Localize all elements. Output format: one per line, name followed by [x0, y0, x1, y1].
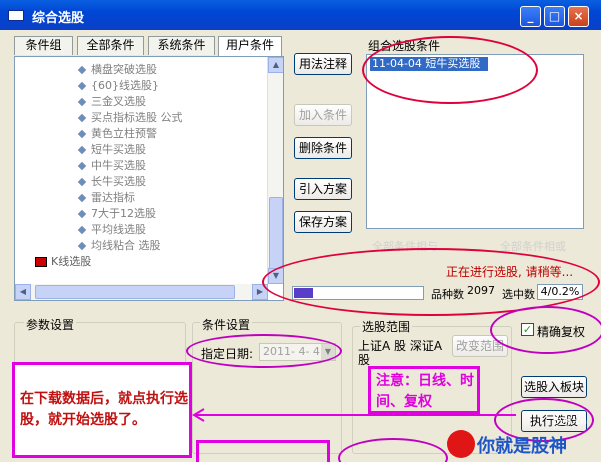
- tree-item[interactable]: 均线粘合 选股: [77, 237, 161, 253]
- tree-item[interactable]: 雷达指标: [77, 189, 135, 205]
- combined-condition-group: 组合选股条件 11-04-04 短牛买选股: [361, 37, 584, 231]
- tree-item[interactable]: 7大于12选股: [77, 205, 156, 221]
- tree-item[interactable]: 短牛买选股: [77, 141, 146, 157]
- scroll-thumb[interactable]: [35, 285, 235, 299]
- tab-all-conditions[interactable]: 全部条件: [77, 36, 144, 55]
- scroll-down-icon[interactable]: ▼: [268, 268, 283, 284]
- tree-node-icon: [77, 65, 87, 75]
- condition-tree[interactable]: 横盘突破选股 {60}线选股} 三金叉选股 买点指标选股 公式 黄色立柱预警 短…: [14, 56, 284, 301]
- select-to-block-button[interactable]: 选股入板块: [521, 376, 587, 398]
- date-picker[interactable]: 2011- 4- 4 ▼: [259, 343, 336, 361]
- scroll-left-icon[interactable]: ◀: [15, 284, 31, 300]
- select-progress-bar: [292, 286, 424, 300]
- count-label: 品种数: [431, 288, 464, 301]
- add-condition-button[interactable]: 加入条件: [294, 104, 352, 126]
- tree-node-icon: [77, 225, 87, 235]
- watermark-logo-icon: [447, 430, 475, 458]
- combined-condition-label: 组合选股条件: [367, 37, 442, 54]
- maximize-button[interactable]: □: [544, 6, 565, 27]
- tree-item[interactable]: 中牛买选股: [77, 157, 146, 173]
- tree-node-icon: [77, 129, 87, 139]
- tree-item[interactable]: 长牛买选股: [77, 173, 146, 189]
- watermark-site: 594.cn: [552, 416, 587, 427]
- status-message: 正在进行选股, 请稍等...: [446, 265, 574, 279]
- title-bar: 综合选股 _ □ ×: [0, 0, 601, 30]
- range-text: 上证A 股 深证A 股: [358, 339, 443, 367]
- selected-label: 选中数: [502, 288, 535, 301]
- range-group-title: 选股范围: [360, 318, 413, 335]
- minimize-button[interactable]: _: [520, 6, 541, 27]
- change-range-button[interactable]: 改变范围: [452, 335, 508, 357]
- tree-item[interactable]: 买点指标选股 公式: [77, 109, 183, 125]
- kline-icon: [35, 257, 47, 267]
- tree-node-icon: [77, 113, 87, 123]
- tree-node-icon: [77, 145, 87, 155]
- annotation-arrow: [192, 408, 516, 422]
- tree-node-icon: [77, 241, 87, 251]
- selected-value: 4/0.2%: [537, 284, 583, 300]
- tree-item[interactable]: 横盘突破选股: [77, 61, 157, 77]
- scroll-right-icon[interactable]: ▶: [252, 284, 268, 300]
- watermark: 你就是股神 594.cn: [447, 416, 597, 458]
- tab-system-conditions[interactable]: 系统条件: [148, 36, 215, 55]
- combined-condition-item[interactable]: 11-04-04 短牛买选股: [370, 57, 488, 71]
- tree-vertical-scrollbar[interactable]: ▲ ▼: [267, 57, 283, 284]
- watermark-brand: 你就是股神: [477, 436, 567, 457]
- close-button[interactable]: ×: [568, 6, 589, 27]
- chevron-down-icon[interactable]: ▼: [321, 344, 335, 360]
- progress-fill: [294, 288, 313, 298]
- precise-rights-checkbox[interactable]: ✓: [521, 323, 534, 336]
- tree-node-icon: [77, 209, 87, 219]
- app-icon: [8, 10, 24, 21]
- tree-item[interactable]: {60}线选股}: [77, 77, 159, 93]
- tree-node-icon: [77, 81, 87, 91]
- date-label: 指定日期:: [201, 347, 254, 361]
- scroll-thumb[interactable]: [269, 197, 283, 277]
- scroll-up-icon[interactable]: ▲: [268, 57, 283, 73]
- condition-group: [192, 322, 342, 454]
- radio-all-or[interactable]: 全部条件相或: [500, 238, 566, 254]
- tree-item[interactable]: 黄色立柱预警: [77, 125, 157, 141]
- delete-condition-button[interactable]: 删除条件: [294, 137, 352, 159]
- tree-item[interactable]: 平均线选股: [77, 221, 146, 237]
- radio-all-and[interactable]: 全部条件相与: [372, 238, 438, 254]
- annotation-text-left: 在下载数据后，就点执行选股，就开始选股了。: [20, 391, 188, 428]
- tree-node-icon: [77, 193, 87, 203]
- condition-group-title: 条件设置: [200, 316, 253, 333]
- tree-item[interactable]: 三金叉选股: [77, 93, 146, 109]
- params-group-title: 参数设置: [24, 316, 77, 333]
- annotation-box-bottom: [196, 440, 330, 462]
- import-scheme-button[interactable]: 引入方案: [294, 178, 352, 200]
- tree-node-icon: [77, 177, 87, 187]
- tree-node-icon: [77, 97, 87, 107]
- tree-horizontal-scrollbar[interactable]: ◀ ▶: [15, 284, 268, 300]
- annotation-ellipse: [262, 248, 600, 316]
- annotation-text-middle: 注意：日线、时间、复权: [376, 373, 474, 410]
- tree-node-icon: [77, 161, 87, 171]
- save-scheme-button[interactable]: 保存方案: [294, 211, 352, 233]
- tab-condition-group[interactable]: 条件组: [14, 36, 73, 55]
- precise-rights-label: 精确复权: [537, 325, 586, 339]
- count-value: 2097: [467, 284, 495, 297]
- tree-item-kline[interactable]: K线选股: [35, 253, 91, 269]
- combined-condition-list[interactable]: 11-04-04 短牛买选股: [366, 54, 584, 229]
- window-title: 综合选股: [32, 11, 85, 26]
- tab-user-conditions[interactable]: 用户条件: [218, 36, 282, 56]
- usage-note-button[interactable]: 用法注释: [294, 53, 352, 75]
